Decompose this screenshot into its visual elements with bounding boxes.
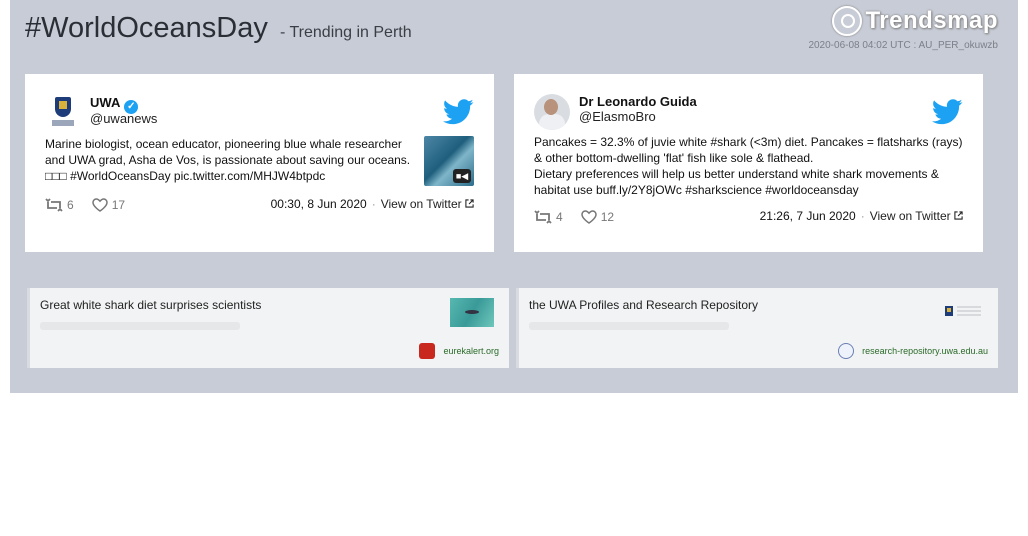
twitter-bird-icon[interactable] — [442, 99, 474, 130]
uwa-crest-icon — [945, 306, 953, 316]
author-name[interactable]: Dr Leonardo Guida — [579, 94, 697, 109]
brand-name: Trendsmap — [865, 7, 998, 34]
retweet-button[interactable]: 4 — [534, 210, 563, 224]
card-thumbnail — [450, 298, 494, 327]
author-handle[interactable]: @uwanews — [90, 111, 157, 126]
link-preview-card[interactable]: the UWA Profiles and Research Repository… — [516, 288, 998, 368]
uwa-crest-icon — [55, 97, 71, 117]
retweet-count: 4 — [556, 210, 563, 224]
link-preview-card[interactable]: Great white shark diet surprises scienti… — [27, 288, 509, 368]
card-title[interactable]: the UWA Profiles and Research Repository — [529, 298, 758, 312]
timestamp-meta: 2020-06-08 04:02 UTC : AU_PER_okuwzb — [808, 40, 998, 51]
tweet-text: Pancakes = 32.3% of juvie white #shark (… — [534, 135, 963, 197]
retweet-button[interactable]: 6 — [45, 198, 74, 212]
retweet-icon — [45, 198, 63, 212]
view-on-twitter-link[interactable]: View on Twitter — [381, 197, 462, 211]
card-title[interactable]: Great white shark diet surprises scienti… — [40, 298, 261, 312]
heart-icon — [580, 210, 597, 224]
tweet-card: UWA ✓ @uwanews Marine biologist, ocean ed… — [25, 74, 494, 252]
tweet-media-thumbnail[interactable]: ■◀ — [424, 136, 474, 186]
heart-icon — [91, 198, 108, 212]
tweet-timestamp[interactable]: 21:26, 7 Jun 2020 — [760, 209, 856, 223]
trendsmap-icon — [832, 6, 863, 36]
author-handle[interactable]: @ElasmoBro — [579, 109, 656, 124]
card-source[interactable]: eurekalert.org — [443, 346, 499, 356]
tweet-text: Marine biologist, ocean educator, pionee… — [45, 137, 411, 183]
like-count: 17 — [111, 198, 126, 212]
tweet-timestamp[interactable]: 00:30, 8 Jun 2020 — [271, 197, 367, 211]
author-name[interactable]: UWA — [90, 95, 120, 110]
avatar[interactable] — [534, 94, 570, 130]
retweet-icon — [534, 210, 552, 224]
page-title: #WorldOceansDay — [25, 12, 268, 44]
tweet-card: Dr Leonardo Guida @ElasmoBro Pancakes = … — [514, 74, 983, 252]
trendsmap-logo[interactable]: Trendsmap — [832, 6, 998, 36]
avatar[interactable] — [45, 94, 81, 130]
retweet-count: 6 — [67, 198, 74, 212]
card-description-placeholder — [40, 322, 240, 330]
page-subtitle: - Trending in Perth — [280, 24, 412, 41]
globe-icon — [838, 343, 855, 359]
card-thumbnail — [939, 298, 983, 327]
like-button[interactable]: 17 — [91, 198, 126, 212]
card-source[interactable]: research-repository.uwa.edu.au — [862, 346, 988, 356]
external-link-icon — [465, 199, 474, 208]
eurekalert-favicon-icon — [419, 343, 436, 359]
view-on-twitter-link[interactable]: View on Twitter — [870, 209, 951, 223]
card-description-placeholder — [529, 322, 729, 330]
video-camera-icon: ■◀ — [453, 169, 471, 183]
twitter-bird-icon[interactable] — [931, 99, 963, 130]
external-link-icon — [954, 211, 963, 220]
like-button[interactable]: 12 — [580, 210, 615, 224]
shark-icon — [465, 310, 479, 314]
like-count: 12 — [600, 210, 615, 224]
